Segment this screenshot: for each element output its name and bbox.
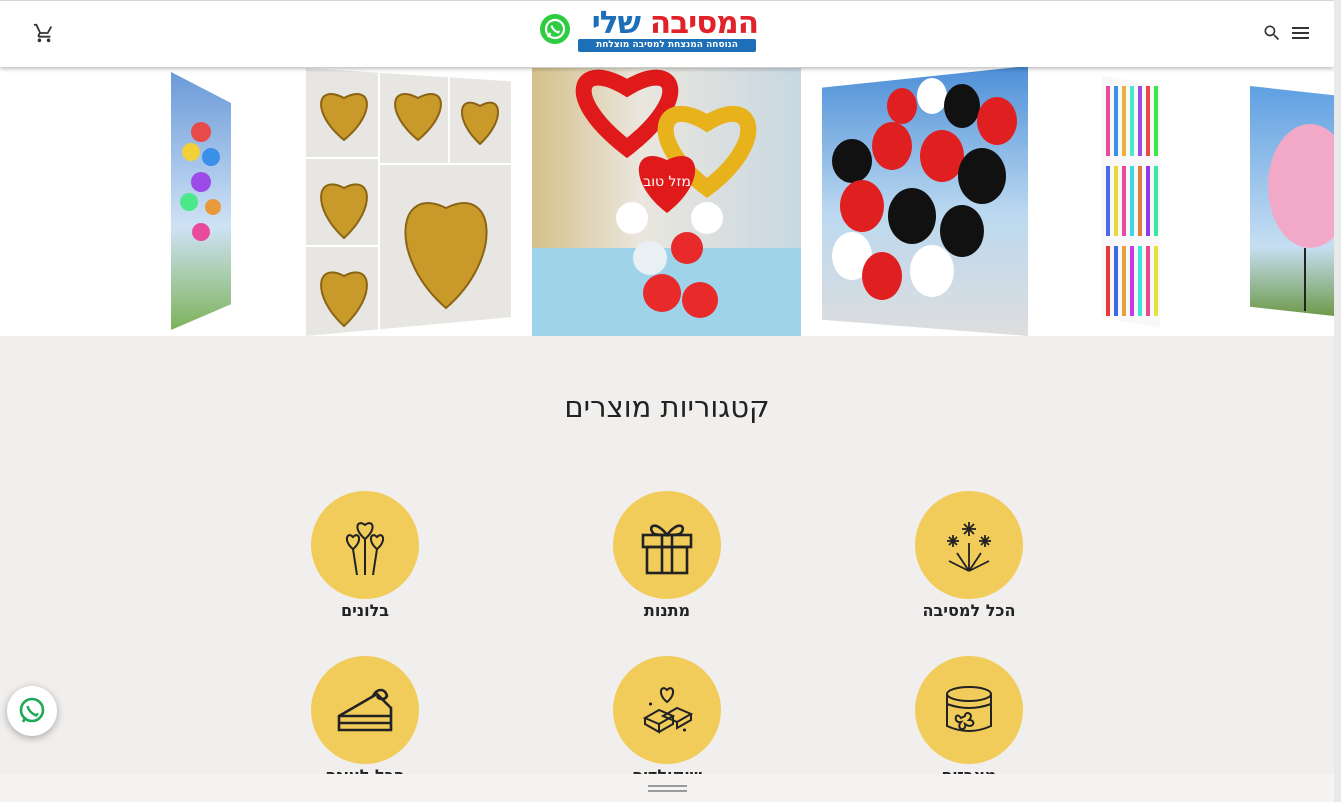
category-label: מתנות xyxy=(643,601,691,620)
category-all-for-party[interactable]: הכל למסיבה xyxy=(869,491,1069,620)
carousel-slide-pink-balloon[interactable] xyxy=(1250,86,1334,316)
whatsapp-logo-icon xyxy=(540,14,570,44)
menu-button[interactable] xyxy=(1291,24,1311,42)
category-packages[interactable]: מארזים xyxy=(869,656,1069,785)
fireworks-icon xyxy=(947,522,991,572)
categories-title: קטגוריות מוצרים xyxy=(564,390,770,424)
carousel-slide-chocolate-hearts[interactable] xyxy=(306,68,511,336)
carousel-slide-heart-balloons[interactable]: מזל טוב xyxy=(532,68,801,336)
cake-icon xyxy=(337,688,393,732)
logo-title-red: המסיבה xyxy=(649,5,759,41)
whatsapp-chat-button[interactable] xyxy=(7,686,57,736)
menu-icon xyxy=(1292,27,1309,39)
category-circle xyxy=(311,656,419,764)
carousel-slide-black-red-balloons[interactable] xyxy=(822,66,1028,336)
chocolate-icon xyxy=(642,687,694,734)
category-circle xyxy=(915,491,1023,599)
category-label: בלונים xyxy=(340,601,390,620)
whatsapp-icon xyxy=(19,697,45,723)
gift-icon xyxy=(641,524,693,575)
cart-icon xyxy=(33,23,53,43)
category-gifts[interactable]: מתנות xyxy=(567,491,767,620)
category-cake[interactable]: הכל לעוגה xyxy=(265,656,465,785)
category-circle xyxy=(613,491,721,599)
balloons-icon xyxy=(346,522,384,576)
cart-button[interactable] xyxy=(33,22,55,44)
bottom-drawer-bar[interactable] xyxy=(0,774,1334,802)
logo-title: המסיבה שלי xyxy=(576,5,759,41)
gift-box-icon xyxy=(946,686,992,732)
site-logo[interactable]: המסיבה שלי הנוסחה המנצחת למסיבה מוצלחת xyxy=(540,5,759,55)
logo-tagline: הנוסחה המנצחת למסיבה מוצלחת xyxy=(578,39,756,52)
search-icon xyxy=(1264,25,1280,41)
page-scrollbar[interactable] xyxy=(1334,0,1341,802)
category-circle xyxy=(915,656,1023,764)
image-carousel[interactable]: מזל טוב xyxy=(0,66,1334,336)
carousel-slide-balloon-bouquet[interactable] xyxy=(171,72,231,330)
category-circle xyxy=(613,656,721,764)
drawer-handle-icon[interactable] xyxy=(648,785,687,792)
top-bar: המסיבה שלי הנוסחה המנצחת למסיבה מוצלחת xyxy=(0,0,1334,67)
logo-title-blue: שלי xyxy=(591,5,641,41)
category-circle xyxy=(311,491,419,599)
category-chocolates[interactable]: שוקולדים xyxy=(567,656,767,785)
category-label: הכל למסיבה xyxy=(922,601,1016,620)
heart-balloon-text: מזל טוב xyxy=(643,174,691,190)
carousel-slide-sparkler-candles[interactable] xyxy=(1102,76,1160,328)
category-balloons[interactable]: בלונים xyxy=(265,491,465,620)
search-button[interactable] xyxy=(1262,23,1282,43)
